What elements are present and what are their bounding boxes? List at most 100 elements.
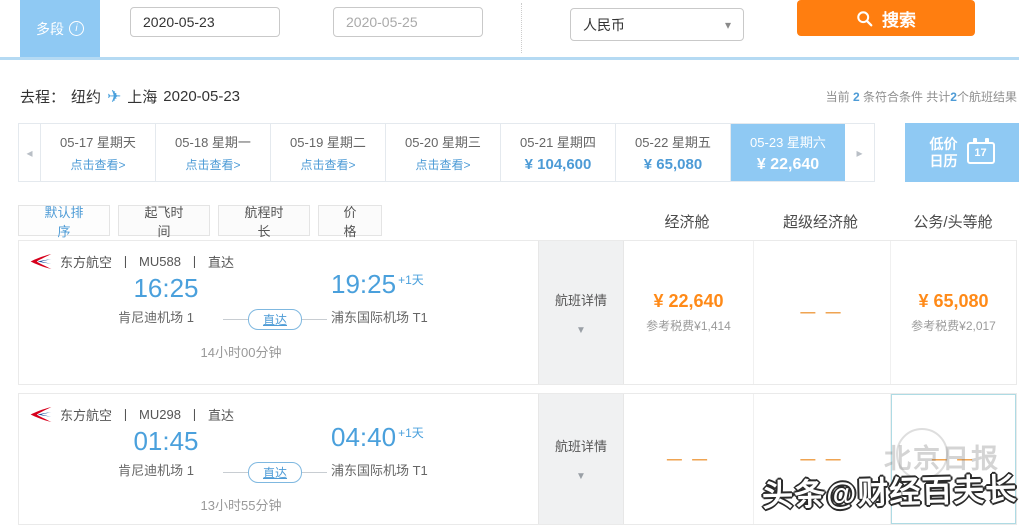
route-type: 直达 [207,408,234,423]
separator: 丨 [119,408,133,423]
flight-details-toggle[interactable]: 航班详情 ▼ [538,394,624,524]
low-price-calendar-label: 低价 日历 [929,136,958,169]
economy-price: ¥ 22,640 [653,291,724,311]
date-tab-label: 05-20 星期三 [405,135,481,150]
column-header-premium-economy: 超级经济舱 [782,214,858,231]
column-header-business-first: 公务/头等舱 [913,214,993,231]
strip-prev-arrow-icon[interactable]: ◂ [19,124,40,181]
airline-name: 东方航空 [60,408,113,423]
search-button-label: 搜索 [882,10,916,30]
date-tab-05-18[interactable]: 05-18 星期一 点击查看> [155,124,270,181]
no-fare-dash: — — [800,450,844,468]
arrival-airport: 浦东国际机场 T1 [331,463,428,478]
separator: 丨 [119,255,133,270]
date-tab-link[interactable]: 点击查看> [300,156,355,173]
date-tab-05-17[interactable]: 05-17 星期天 点击查看> [40,124,155,181]
result-summary: 当前 2 条符合条件 共计2个航班结果 [826,88,1017,105]
arrival-time: 04:40 +1天 [331,422,424,452]
chevron-down-icon: ▼ [576,471,586,482]
route-bar: 去程： 纽约 ✈ 上海 2020-05-23 当前 2 条符合条件 共计2个航班… [20,86,1017,107]
departure-time: 16:25 [133,273,199,303]
filter-default-sort[interactable]: 默认排序 [18,205,110,239]
economy-fare-cell[interactable]: ¥ 22,640 参考税费¥1,414 [624,241,754,384]
date-tab-label: 05-23 星期六 [750,134,826,150]
flight-row-mu298: 东方航空 丨 MU298 丨 直达 01:45 肯尼迪机场 1 直达 04:40… [18,393,1017,525]
date-tab-link[interactable]: 点击查看> [70,156,125,173]
economy-fare-cell[interactable]: — — [624,394,754,524]
date-tab-label: 05-21 星期四 [520,135,596,150]
china-eastern-logo [30,253,52,270]
date-tab-05-21[interactable]: 05-21 星期四 ¥ 104,600 [500,124,615,181]
tab-multi-segment[interactable]: 多段 i [20,0,100,57]
business-first-fare-cell[interactable]: ¥ 65,080 参考税费¥2,017 [891,241,1016,384]
route-info: 去程： 纽约 ✈ 上海 2020-05-23 [20,86,240,107]
header-divider [521,3,522,53]
date-tab-price: ¥ 65,080 [643,156,703,173]
summary-text: 当前 [825,90,853,104]
business-first-fare-cell-highlighted[interactable]: — — [891,394,1016,524]
date-tab-05-23-selected[interactable]: 05-23 星期六 ¥ 22,640 [730,124,845,181]
date-tab-05-19[interactable]: 05-19 星期二 点击查看> [270,124,385,181]
route-to: 上海 [127,89,158,106]
plane-icon: ✈ [107,86,122,106]
route-connector: 直达 [223,462,327,483]
filter-duration[interactable]: 航程时长 [218,205,310,239]
china-eastern-logo [30,406,52,423]
arrival-plus-day: +1天 [398,273,424,287]
date-tab-05-22[interactable]: 05-22 星期五 ¥ 65,080 [615,124,730,181]
flight-details-label: 航班详情 [554,292,607,308]
chevron-down-icon: ▾ [724,17,731,32]
premium-economy-fare-cell[interactable]: — — [754,241,891,384]
direct-flight-badge[interactable]: 直达 [248,309,303,330]
business-price: ¥ 65,080 [918,291,989,311]
flight-details-toggle[interactable]: 航班详情 ▼ [538,241,624,384]
business-tax: 参考税费¥2,017 [911,319,996,333]
filter-departure-time[interactable]: 起飞时间 [118,205,210,239]
info-icon: i [69,21,84,36]
arrival-time: 19:25 +1天 [331,269,424,299]
departure-time: 01:45 [133,426,199,456]
airline-name: 东方航空 [60,255,113,270]
currency-select[interactable]: 人民币 ▾ [570,8,744,41]
search-button[interactable]: 搜索 [797,0,975,36]
arrival-airport: 浦东国际机场 T1 [331,310,428,325]
date-tab-link[interactable]: 点击查看> [415,156,470,173]
summary-text: 个航班结果 [956,90,1017,104]
summary-count-filtered: 2 [852,90,860,104]
calendar-icon: 17 [966,137,995,164]
return-date-input[interactable] [333,7,483,37]
flight-info: 东方航空 丨 MU298 丨 直达 01:45 肯尼迪机场 1 直达 04:40… [19,394,538,524]
premium-economy-fare-cell[interactable]: — — [754,394,891,524]
date-tab-05-20[interactable]: 05-20 星期三 点击查看> [385,124,500,181]
chevron-down-icon: ▼ [576,324,586,336]
flight-details-label: 航班详情 [554,439,607,454]
date-tab-link[interactable]: 点击查看> [185,156,240,173]
route-date: 2020-05-23 [163,88,241,105]
flight-number: MU298 [139,407,181,422]
filter-price[interactable]: 价格 [318,205,382,239]
flight-number: MU588 [139,254,181,269]
arrival-plus-day: +1天 [398,426,424,440]
currency-value: 人民币 [583,16,625,33]
route-from: 纽约 [71,89,102,106]
flight-duration: 13小时55分钟 [200,498,282,513]
search-header: 多段 i 人民币 ▾ 搜索 [0,0,1019,60]
summary-count-total: 2 [950,90,957,104]
date-tab-label: 05-22 星期五 [635,135,711,150]
no-fare-dash: — — [800,304,844,321]
direct-flight-badge[interactable]: 直达 [248,462,303,483]
date-tab-label: 05-18 星期一 [175,135,251,150]
departure-airport: 肯尼迪机场 1 [118,463,194,478]
date-tab-price: ¥ 22,640 [756,155,820,173]
flight-duration: 14小时00分钟 [200,345,282,360]
column-header-economy: 经济舱 [664,214,710,231]
low-price-calendar-button[interactable]: 低价 日历 17 [905,123,1019,182]
filter-row: 默认排序 起飞时间 航程时长 价格 经济舱 超级经济舱 公务/头等舱 [18,205,1001,239]
separator: 丨 [187,408,201,423]
flight-info: 东方航空 丨 MU588 丨 直达 16:25 肯尼迪机场 1 直达 19:25… [19,241,538,384]
depart-date-input[interactable] [130,7,280,37]
strip-next-arrow-icon[interactable]: ▸ [845,124,874,181]
economy-tax: 参考税费¥1,414 [646,319,731,333]
route-type: 直达 [207,255,234,270]
multi-segment-label: 多段 [36,20,64,37]
